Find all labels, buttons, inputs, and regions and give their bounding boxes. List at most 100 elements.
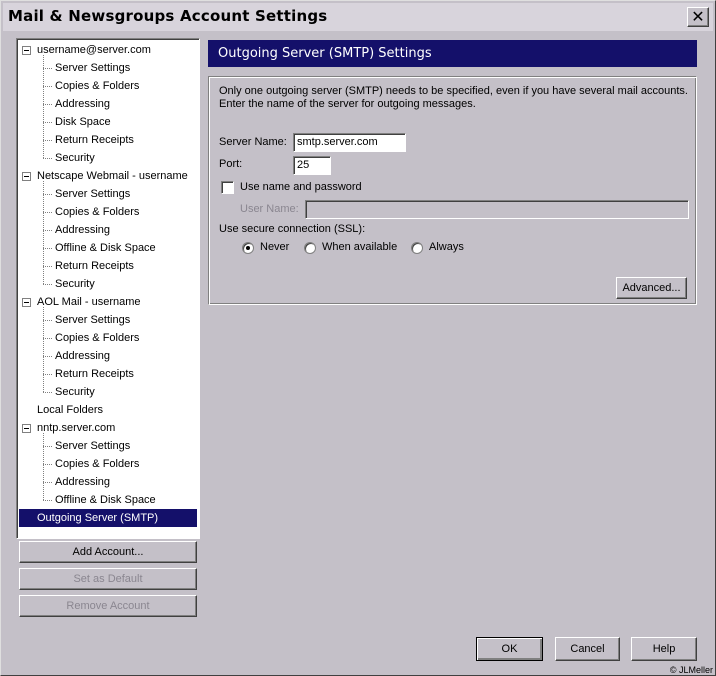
tree-item-label: Return Receipts <box>55 260 134 272</box>
server-name-field[interactable]: smtp.server.com <box>293 133 406 152</box>
tree-item-label: Copies & Folders <box>55 80 140 92</box>
tree-item-label: Offline & Disk Space <box>55 494 156 506</box>
ssl-never-radio[interactable] <box>242 242 254 254</box>
panel-title: Outgoing Server (SMTP) Settings <box>208 40 697 67</box>
port-label: Port: <box>219 158 243 170</box>
tree-item-return-receipts[interactable]: Return Receipts <box>53 365 136 383</box>
ssl-always-radio[interactable] <box>411 242 423 254</box>
tree-account-username-server-com[interactable]: username@server.com <box>35 41 153 59</box>
tree-item-return-receipts[interactable]: Return Receipts <box>53 131 136 149</box>
server-name-label: Server Name: <box>219 136 287 148</box>
tree-item-label: Local Folders <box>37 404 104 416</box>
tree-item-label: Copies & Folders <box>55 458 140 470</box>
tree-item-label: Return Receipts <box>55 368 134 380</box>
tree-connector <box>43 392 52 393</box>
tree-connector <box>43 320 52 321</box>
title-bar[interactable]: Mail & Newsgroups Account Settings ✕ <box>3 3 713 31</box>
tree-item-label: Copies & Folders <box>55 332 140 344</box>
ssl-always-label: Always <box>429 241 464 253</box>
ssl-when-available-label: When available <box>322 241 398 253</box>
ok-button[interactable]: OK <box>476 637 543 661</box>
tree-item-security[interactable]: Security <box>53 383 97 401</box>
tree-item-disk-space[interactable]: Disk Space <box>53 113 113 131</box>
tree-connector <box>43 338 52 339</box>
tree-connector <box>43 500 52 501</box>
remove-account-button[interactable]: Remove Account <box>19 595 197 617</box>
tree-connector <box>43 356 52 357</box>
use-name-password-checkbox[interactable] <box>221 181 234 194</box>
tree-item-return-receipts[interactable]: Return Receipts <box>53 257 136 275</box>
tree-item-copies-folders[interactable]: Copies & Folders <box>53 203 141 221</box>
tree-item-label: Security <box>55 386 95 398</box>
tree-item-offline-disk-space[interactable]: Offline & Disk Space <box>53 239 158 257</box>
tree-connector <box>43 266 52 267</box>
tree-connector <box>43 55 44 158</box>
tree-item-label: username@server.com <box>37 44 151 56</box>
smtp-description: Only one outgoing server (SMTP) needs to… <box>219 85 688 110</box>
tree-connector <box>43 464 52 465</box>
advanced-button[interactable]: Advanced... <box>616 277 687 299</box>
tree-item-addressing[interactable]: Addressing <box>53 347 112 365</box>
tree-connector <box>43 181 44 284</box>
ssl-never-label: Never <box>260 241 290 253</box>
tree-item-server-settings[interactable]: Server Settings <box>53 437 132 455</box>
tree-item-addressing[interactable]: Addressing <box>53 221 112 239</box>
tree-item-label: Addressing <box>55 476 111 488</box>
tree-item-label: Addressing <box>55 350 111 362</box>
tree-item-copies-folders[interactable]: Copies & Folders <box>53 455 141 473</box>
tree-connector <box>43 86 52 87</box>
close-icon[interactable]: ✕ <box>687 7 709 27</box>
tree-connector <box>43 68 52 69</box>
tree-item-security[interactable]: Security <box>53 275 97 293</box>
tree-item-label: Server Settings <box>55 62 131 74</box>
cancel-button[interactable]: Cancel <box>555 637 620 661</box>
tree-item-copies-folders[interactable]: Copies & Folders <box>53 329 141 347</box>
tree-item-label: Copies & Folders <box>55 206 140 218</box>
ssl-when-available-radio[interactable] <box>304 242 316 254</box>
tree-account-local-folders[interactable]: Local Folders <box>35 401 105 419</box>
tree-connector <box>43 230 52 231</box>
help-button[interactable]: Help <box>631 637 697 661</box>
user-name-label: User Name: <box>240 203 299 215</box>
account-tree[interactable]: username@server.com Server Settings Copies… <box>16 38 200 539</box>
tree-item-label: Security <box>55 152 95 164</box>
tree-connector <box>43 284 52 285</box>
tree-item-addressing[interactable]: Addressing <box>53 95 112 113</box>
tree-connector <box>43 446 52 447</box>
tree-item-offline-disk-space[interactable]: Offline & Disk Space <box>53 491 158 509</box>
user-name-field[interactable] <box>305 200 689 219</box>
ssl-label: Use secure connection (SSL): <box>219 223 366 235</box>
tree-item-label: Server Settings <box>55 188 131 200</box>
account-settings-window: Mail & Newsgroups Account Settings ✕ use… <box>0 0 716 676</box>
tree-connector <box>43 374 52 375</box>
tree-item-addressing[interactable]: Addressing <box>53 473 112 491</box>
tree-item-copies-folders[interactable]: Copies & Folders <box>53 77 141 95</box>
tree-item-security[interactable]: Security <box>53 149 97 167</box>
tree-item-server-settings[interactable]: Server Settings <box>53 185 132 203</box>
tree-item-label: Offline & Disk Space <box>55 242 156 254</box>
tree-account-nntp-server-com[interactable]: nntp.server.com <box>35 419 117 437</box>
collapse-icon[interactable] <box>22 46 31 55</box>
tree-connector <box>43 212 52 213</box>
port-field[interactable]: 25 <box>293 156 331 175</box>
tree-connector <box>43 307 44 392</box>
set-as-default-button[interactable]: Set as Default <box>19 568 197 590</box>
tree-item-label: Return Receipts <box>55 134 134 146</box>
tree-item-outgoing-server-smtp[interactable]: Outgoing Server (SMTP) <box>19 509 197 527</box>
copyright-text: © JLMeller <box>669 665 713 675</box>
collapse-icon[interactable] <box>22 298 31 307</box>
tree-item-label: nntp.server.com <box>37 422 116 434</box>
tree-item-server-settings[interactable]: Server Settings <box>53 59 132 77</box>
tree-item-label: Addressing <box>55 224 111 236</box>
collapse-icon[interactable] <box>22 172 31 181</box>
tree-item-label: Security <box>55 278 95 290</box>
tree-connector <box>43 158 52 159</box>
tree-account-netscape-webmail-username[interactable]: Netscape Webmail - username <box>35 167 190 185</box>
window-title: Mail & Newsgroups Account Settings <box>8 7 328 25</box>
tree-account-aol-mail-username[interactable]: AOL Mail - username <box>35 293 143 311</box>
tree-item-server-settings[interactable]: Server Settings <box>53 311 132 329</box>
add-account-button[interactable]: Add Account... <box>19 541 197 563</box>
tree-connector <box>43 433 44 500</box>
collapse-icon[interactable] <box>22 424 31 433</box>
tree-item-label: AOL Mail - username <box>37 296 141 308</box>
